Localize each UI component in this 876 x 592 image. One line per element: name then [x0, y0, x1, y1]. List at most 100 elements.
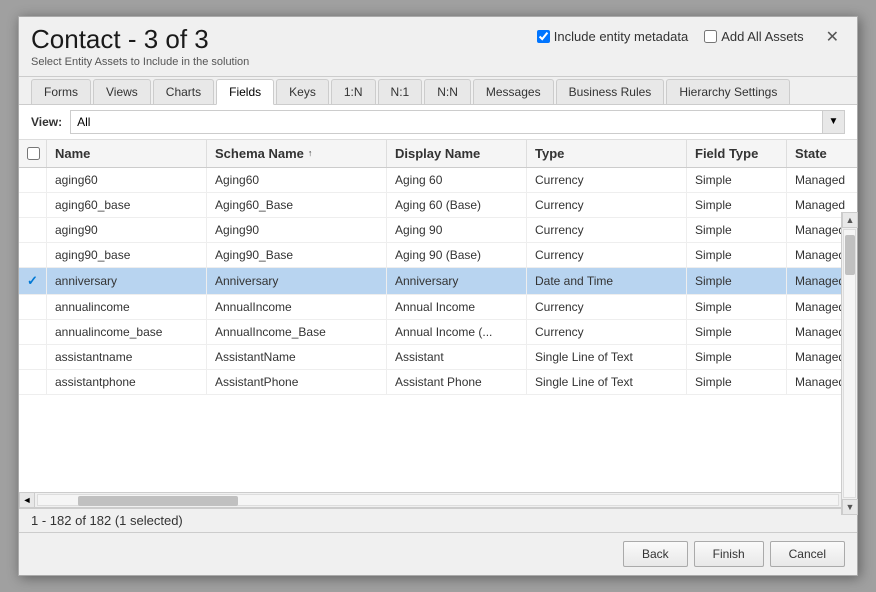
- close-button[interactable]: ✕: [820, 25, 845, 49]
- col-schema-name[interactable]: Schema Name ↑: [207, 140, 387, 167]
- scroll-track[interactable]: [843, 229, 856, 498]
- tab-charts[interactable]: Charts: [153, 79, 214, 104]
- add-all-assets-input[interactable]: [704, 30, 717, 43]
- row-check[interactable]: [19, 168, 47, 192]
- table-row[interactable]: aging60_baseAging60_BaseAging 60 (Base)C…: [19, 193, 857, 218]
- tab-business-rules[interactable]: Business Rules: [556, 79, 665, 104]
- cell-field_type: Simple: [687, 370, 787, 394]
- scroll-up-btn[interactable]: ▲: [842, 212, 858, 228]
- row-check[interactable]: [19, 295, 47, 319]
- col-field-type[interactable]: Field Type: [687, 140, 787, 167]
- dialog-title: Contact - 3 of 3: [31, 25, 249, 54]
- row-check[interactable]: ✓: [19, 268, 47, 294]
- cell-field_type: Simple: [687, 345, 787, 369]
- include-metadata-input[interactable]: [537, 30, 550, 43]
- row-check[interactable]: [19, 345, 47, 369]
- cell-schema_name: Aging60: [207, 168, 387, 192]
- cell-name: aging60: [47, 168, 207, 192]
- cell-name: annualincome: [47, 295, 207, 319]
- tabs-bar: Forms Views Charts Fields Keys 1:N N:1 N…: [19, 77, 857, 105]
- cell-state: Managed: [787, 168, 857, 192]
- status-bar: 1 - 182 of 182 (1 selected): [19, 508, 857, 532]
- tab-fields[interactable]: Fields: [216, 79, 274, 105]
- view-value: All: [71, 115, 822, 129]
- row-check[interactable]: [19, 370, 47, 394]
- add-all-assets-checkbox[interactable]: Add All Assets: [704, 29, 803, 44]
- row-check[interactable]: [19, 218, 47, 242]
- table-body: aging60Aging60Aging 60CurrencySimpleMana…: [19, 168, 857, 492]
- tab-keys[interactable]: Keys: [276, 79, 329, 104]
- tab-forms[interactable]: Forms: [31, 79, 91, 104]
- cell-schema_name: Aging90_Base: [207, 243, 387, 267]
- table-row[interactable]: assistantnameAssistantNameAssistantSingl…: [19, 345, 857, 370]
- table-row[interactable]: aging90_baseAging90_BaseAging 90 (Base)C…: [19, 243, 857, 268]
- cell-type: Date and Time: [527, 268, 687, 294]
- scroll-down-btn[interactable]: ▼: [842, 499, 858, 515]
- tab-1n[interactable]: 1:N: [331, 79, 376, 104]
- table-row[interactable]: aging60Aging60Aging 60CurrencySimpleMana…: [19, 168, 857, 193]
- table-header: Name Schema Name ↑ Display Name Type Fie…: [19, 140, 857, 168]
- include-metadata-checkbox[interactable]: Include entity metadata: [537, 29, 688, 44]
- cell-field_type: Simple: [687, 193, 787, 217]
- footer: Back Finish Cancel: [19, 532, 857, 575]
- scroll-left-btn[interactable]: ◄: [19, 492, 35, 508]
- row-check[interactable]: [19, 193, 47, 217]
- select-all-checkbox[interactable]: [27, 147, 40, 160]
- view-bar: View: All ▼: [19, 105, 857, 140]
- cell-type: Single Line of Text: [527, 370, 687, 394]
- vertical-scrollbar[interactable]: ▲ ▼: [841, 212, 857, 515]
- cell-schema_name: Aging60_Base: [207, 193, 387, 217]
- cell-name: assistantphone: [47, 370, 207, 394]
- cell-name: assistantname: [47, 345, 207, 369]
- cell-name: aging90_base: [47, 243, 207, 267]
- table-row[interactable]: annualincomeAnnualIncomeAnnual IncomeCur…: [19, 295, 857, 320]
- cell-field_type: Simple: [687, 268, 787, 294]
- horiz-scroll-thumb[interactable]: [78, 496, 238, 506]
- row-check[interactable]: [19, 320, 47, 344]
- col-name[interactable]: Name: [47, 140, 207, 167]
- row-check[interactable]: [19, 243, 47, 267]
- cell-display_name: Anniversary: [387, 268, 527, 294]
- cell-type: Currency: [527, 243, 687, 267]
- cell-type: Currency: [527, 168, 687, 192]
- col-display-name[interactable]: Display Name: [387, 140, 527, 167]
- view-select[interactable]: All ▼: [70, 110, 845, 134]
- cell-schema_name: Anniversary: [207, 268, 387, 294]
- title-bar: Contact - 3 of 3 Select Entity Assets to…: [19, 17, 857, 77]
- cell-display_name: Annual Income: [387, 295, 527, 319]
- cell-name: aging60_base: [47, 193, 207, 217]
- scroll-thumb[interactable]: [845, 235, 855, 275]
- cell-schema_name: AssistantName: [207, 345, 387, 369]
- dialog-subtitle: Select Entity Assets to Include in the s…: [31, 56, 249, 68]
- horizontal-scrollbar[interactable]: ◄ ►: [19, 492, 857, 508]
- data-table: Name Schema Name ↑ Display Name Type Fie…: [19, 140, 857, 508]
- cell-field_type: Simple: [687, 295, 787, 319]
- col-state[interactable]: State: [787, 140, 857, 167]
- tab-messages[interactable]: Messages: [473, 79, 554, 104]
- tab-n1[interactable]: N:1: [378, 79, 423, 104]
- check-mark: ✓: [27, 273, 38, 289]
- table-row[interactable]: assistantphoneAssistantPhoneAssistant Ph…: [19, 370, 857, 395]
- cell-field_type: Simple: [687, 243, 787, 267]
- back-button[interactable]: Back: [623, 541, 688, 567]
- tab-nn[interactable]: N:N: [424, 79, 471, 104]
- status-text: 1 - 182 of 182 (1 selected): [31, 513, 183, 528]
- horiz-scroll-track[interactable]: [37, 494, 839, 506]
- tab-views[interactable]: Views: [93, 79, 151, 104]
- schema-sort-icon: ↑: [308, 148, 313, 158]
- cell-type: Currency: [527, 218, 687, 242]
- cell-schema_name: Aging90: [207, 218, 387, 242]
- col-type[interactable]: Type: [527, 140, 687, 167]
- cell-display_name: Aging 90 (Base): [387, 243, 527, 267]
- view-dropdown-btn[interactable]: ▼: [822, 111, 844, 133]
- table-row[interactable]: aging90Aging90Aging 90CurrencySimpleMana…: [19, 218, 857, 243]
- cell-schema_name: AnnualIncome_Base: [207, 320, 387, 344]
- finish-button[interactable]: Finish: [694, 541, 764, 567]
- tab-hierarchy-settings[interactable]: Hierarchy Settings: [666, 79, 790, 104]
- table-row[interactable]: annualincome_baseAnnualIncome_BaseAnnual…: [19, 320, 857, 345]
- cancel-button[interactable]: Cancel: [770, 541, 845, 567]
- cell-schema_name: AssistantPhone: [207, 370, 387, 394]
- table-row[interactable]: ✓anniversaryAnniversaryAnniversaryDate a…: [19, 268, 857, 295]
- cell-type: Currency: [527, 193, 687, 217]
- cell-display_name: Annual Income (...: [387, 320, 527, 344]
